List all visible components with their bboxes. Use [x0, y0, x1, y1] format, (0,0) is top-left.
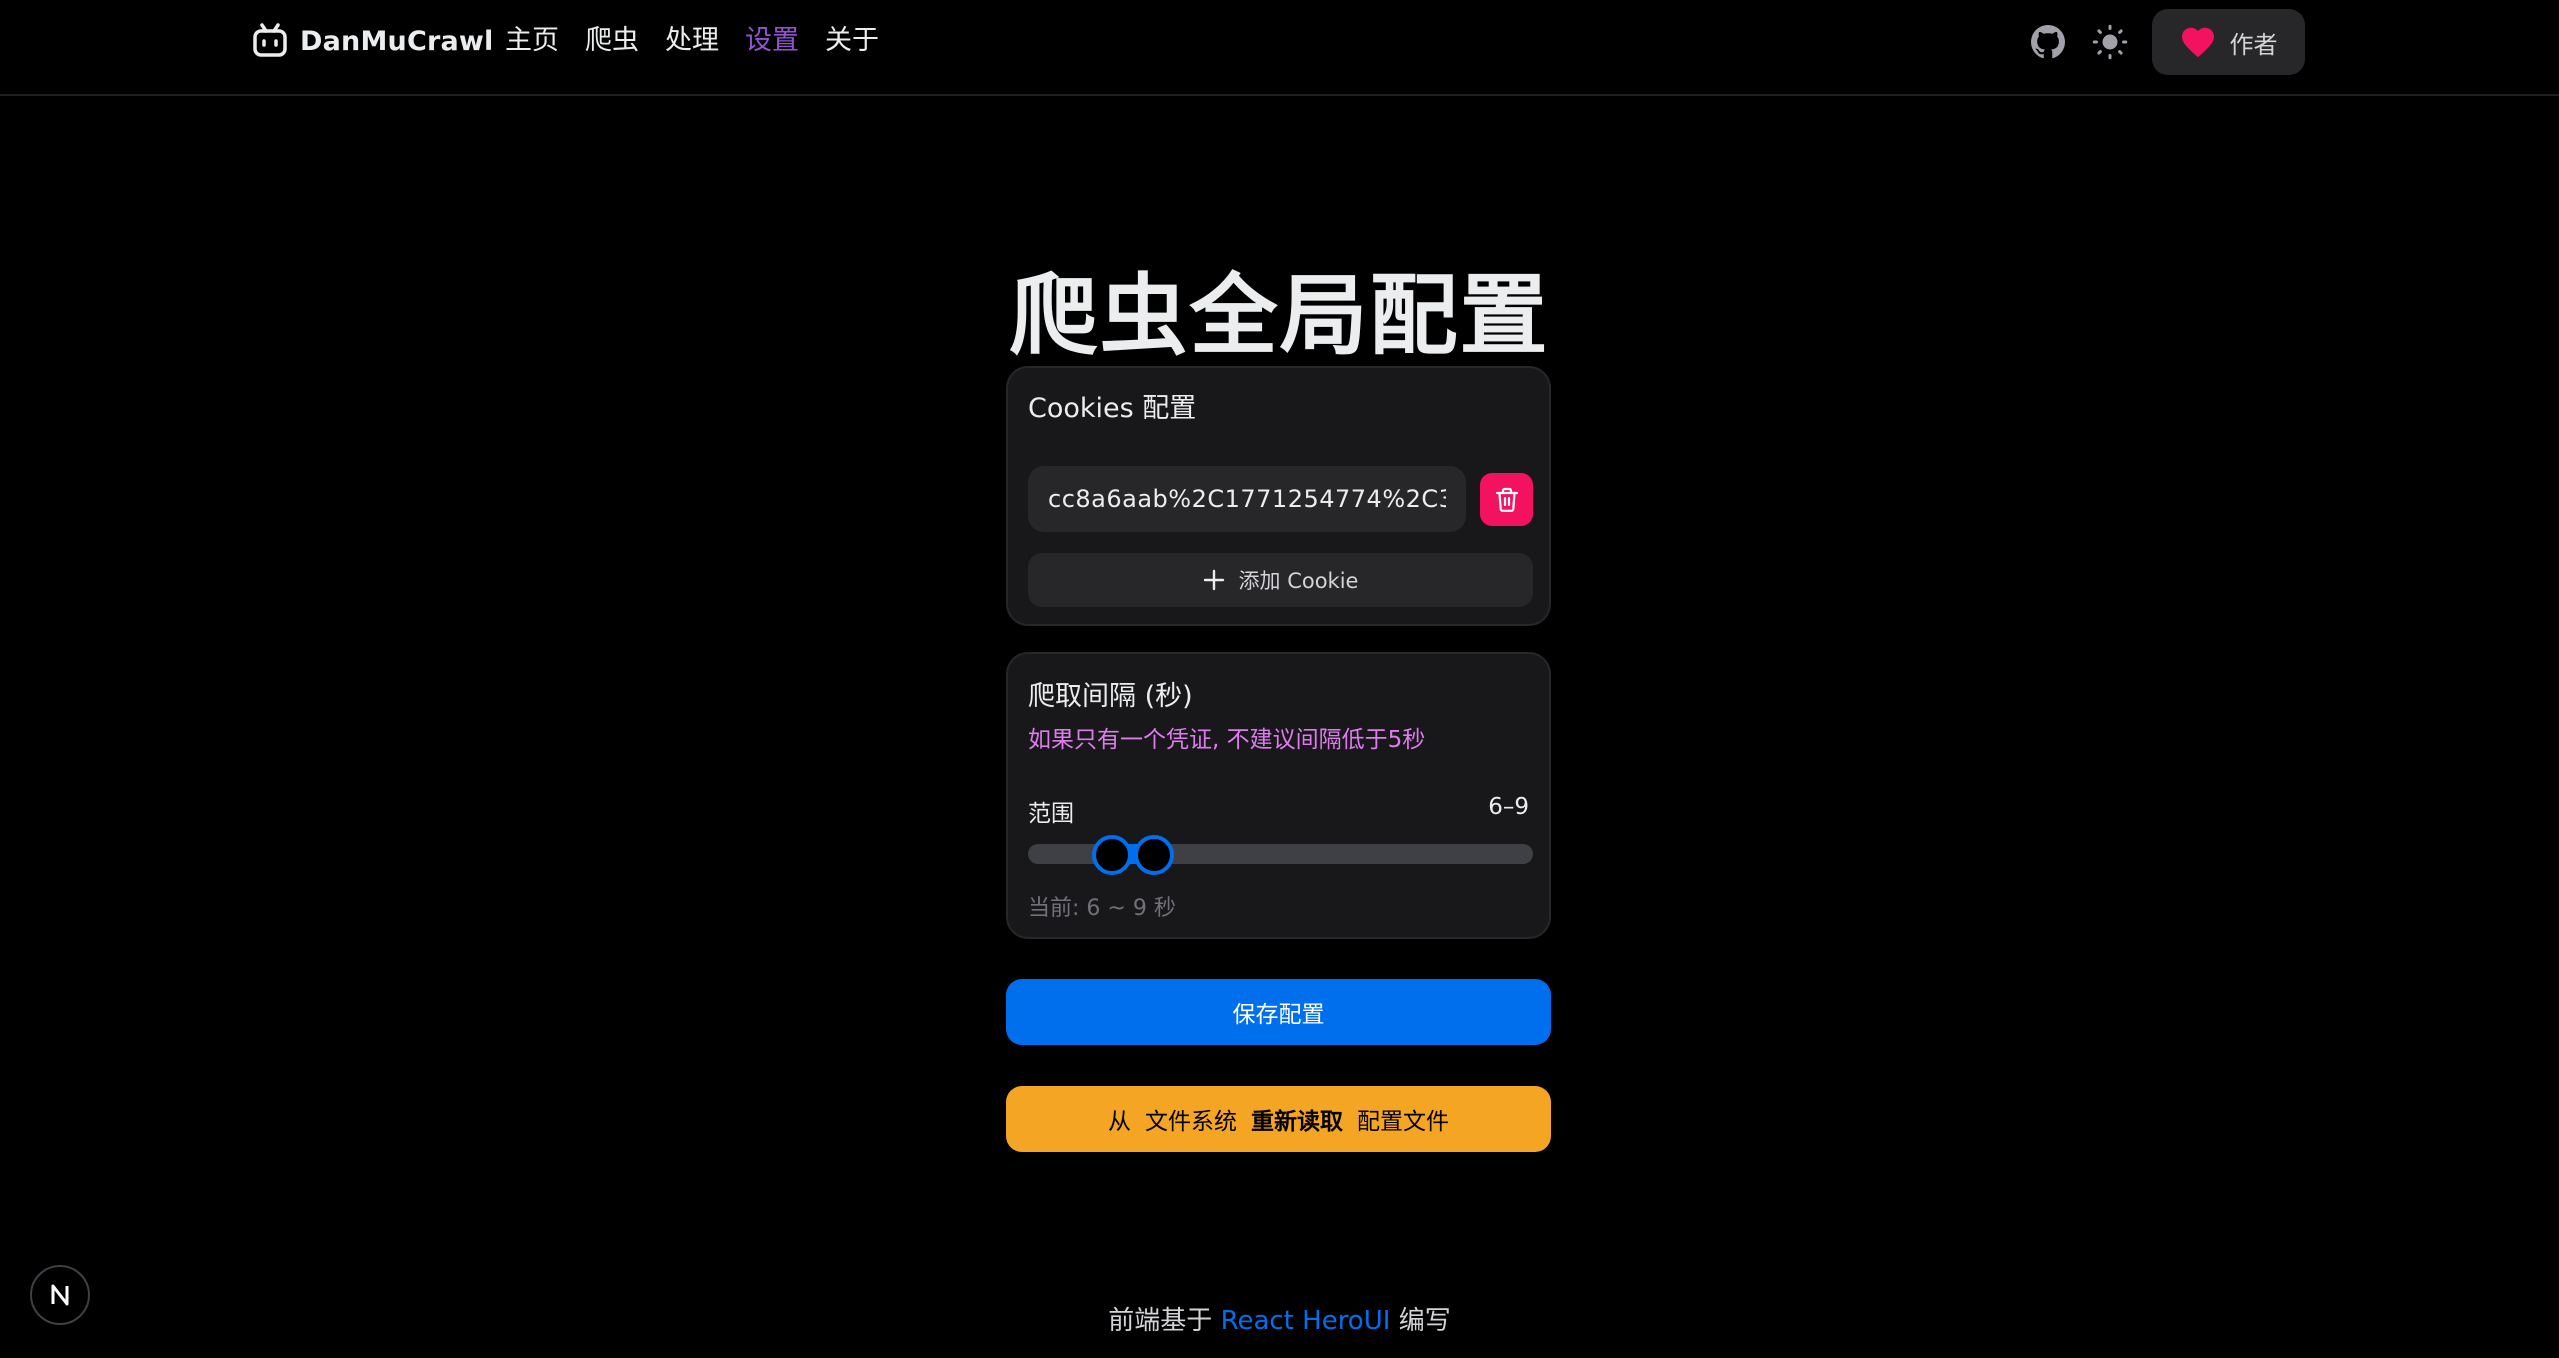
heart-icon — [2181, 27, 2214, 58]
author-button[interactable]: 作者 — [2152, 9, 2305, 75]
interval-range-slider[interactable] — [1028, 835, 1533, 875]
github-icon — [2031, 25, 2065, 59]
slider-thumb-max[interactable] — [1134, 835, 1175, 875]
add-cookie-label: 添加 Cookie — [1238, 569, 1359, 593]
bilibili-tv-icon — [253, 23, 287, 57]
nav-actions: 作者 — [2028, 9, 2305, 75]
footer-link[interactable]: React HeroUI — [1221, 1306, 1391, 1336]
nav-link-settings[interactable]: 设置 — [745, 22, 799, 60]
theme-toggle[interactable] — [2090, 22, 2130, 62]
interval-card-title: 爬取间隔 (秒) — [1028, 681, 1193, 712]
save-config-label: 保存配置 — [1232, 1002, 1325, 1028]
range-label: 范围 — [1028, 801, 1074, 827]
author-label: 作者 — [2229, 30, 2278, 59]
brand-link[interactable]: DanMuCrawl — [252, 20, 494, 62]
nextjs-icon — [51, 1284, 69, 1306]
nav-links: 主页 爬虫 处理 设置 关于 — [505, 22, 879, 60]
reload-label-from: 从 — [1108, 1109, 1131, 1135]
interval-warning: 如果只有一个凭证, 不建议间隔低于5秒 — [1028, 727, 1426, 753]
reload-label-config: 配置文件 — [1357, 1109, 1449, 1135]
brand-name: DanMuCrawl — [300, 25, 494, 57]
reload-label-filesystem: 文件系统 — [1145, 1109, 1237, 1135]
footer: 前端基于 React HeroUI 编写 — [0, 1300, 2559, 1337]
delete-cookie-button[interactable] — [1480, 473, 1533, 526]
cookies-card-title: Cookies 配置 — [1028, 393, 1197, 424]
save-config-button[interactable]: 保存配置 — [1006, 979, 1551, 1045]
github-link[interactable] — [2028, 22, 2068, 62]
trash-icon — [1495, 487, 1518, 512]
interval-card: 爬取间隔 (秒) 如果只有一个凭证, 不建议间隔低于5秒 范围 6–9 当前: … — [1006, 652, 1551, 939]
cookie-input[interactable] — [1028, 466, 1466, 532]
footer-prefix: 前端基于 — [1108, 1306, 1213, 1336]
reload-label-reread: 重新读取 — [1251, 1109, 1343, 1135]
nav-link-crawler[interactable]: 爬虫 — [585, 22, 639, 60]
page-title: 爬虫全局配置 — [1009, 264, 1550, 367]
cookies-card: Cookies 配置 添加 Cookie — [1006, 366, 1551, 626]
nav-link-process[interactable]: 处理 — [665, 22, 719, 60]
sun-icon — [2092, 24, 2128, 60]
navbar: DanMuCrawl 主页 爬虫 处理 设置 关于 作者 — [0, 0, 2559, 96]
slider-thumb-min[interactable] — [1092, 835, 1133, 875]
reload-config-button[interactable]: 从 文件系统 重新读取 配置文件 — [1006, 1086, 1551, 1152]
nav-link-about[interactable]: 关于 — [825, 22, 879, 60]
current-interval-text: 当前: 6 ~ 9 秒 — [1028, 896, 1176, 921]
nav-link-home[interactable]: 主页 — [505, 22, 559, 60]
range-value: 6–9 — [1488, 794, 1529, 820]
plus-icon — [1203, 569, 1224, 591]
add-cookie-button[interactable]: 添加 Cookie — [1028, 553, 1533, 607]
footer-suffix: 编写 — [1398, 1306, 1451, 1336]
next-dev-badge[interactable] — [30, 1265, 90, 1325]
